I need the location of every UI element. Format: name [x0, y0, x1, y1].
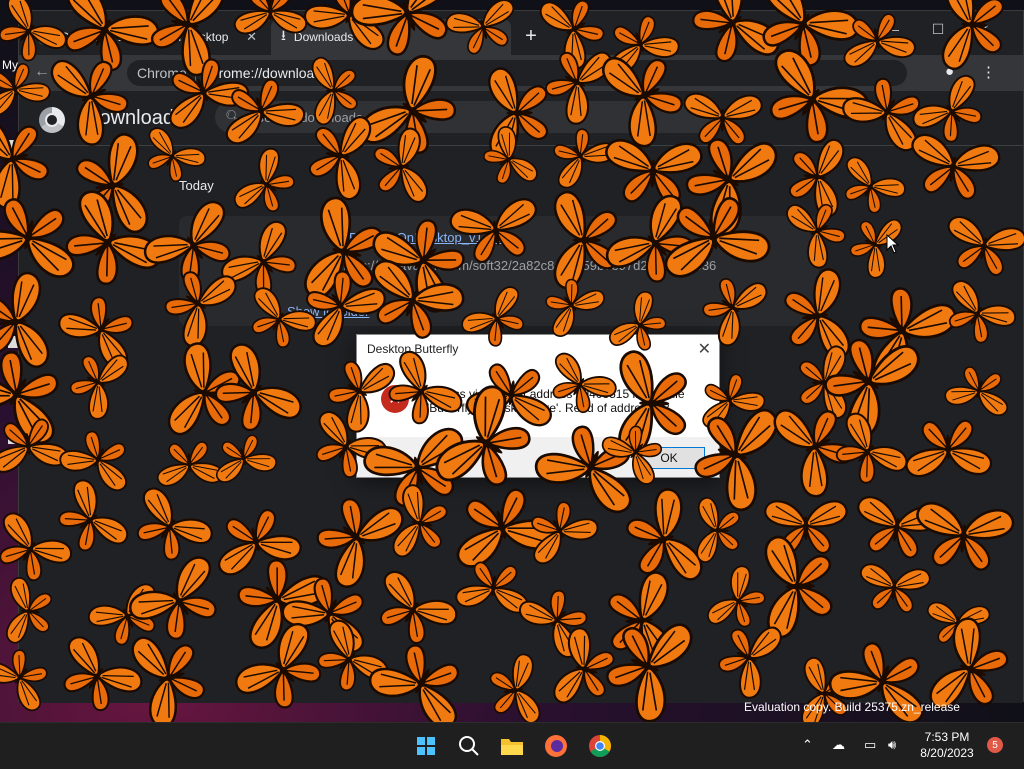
menu-icon[interactable]: ⋮: [981, 63, 996, 81]
tab-title: Downloads: [293, 30, 354, 44]
close-window-button[interactable]: ✕: [969, 21, 999, 38]
chevron-up-icon[interactable]: ⌃: [802, 737, 813, 753]
desktop-icon[interactable]: [8, 236, 18, 248]
chrome-logo-icon: [39, 107, 65, 133]
tab-title: Download Butterfly On Desktop: [61, 30, 229, 44]
site-favicon-icon: [37, 29, 53, 45]
url-text: chrome://downloads: [203, 65, 330, 81]
file-explorer-icon[interactable]: [498, 732, 526, 760]
dialog-footer: OK: [357, 437, 719, 477]
tab-close-icon[interactable]: ✕: [490, 29, 501, 45]
search-placeholder: Search downloads: [255, 109, 363, 125]
notification-badge[interactable]: 5: [987, 737, 1003, 753]
search-icon[interactable]: [455, 732, 483, 760]
tab-strip: Download Butterfly On Desktop ✕ ⭳ Downlo…: [19, 11, 1023, 55]
maximize-button[interactable]: ☐: [923, 21, 953, 38]
reload-icon[interactable]: ↻: [91, 63, 113, 83]
start-icon[interactable]: [412, 732, 440, 760]
mouse-cursor-icon: [886, 233, 900, 259]
volume-icon[interactable]: 🔊︎: [888, 737, 896, 753]
ok-button[interactable]: OK: [633, 447, 705, 469]
system-clock[interactable]: 7:53 PM 8/20/2023: [912, 729, 982, 761]
network-icon[interactable]: ▭: [864, 737, 876, 753]
downloads-header: Downloads 🔍︎ Search downloads: [19, 91, 1023, 146]
profile-icon[interactable]: ●: [945, 63, 954, 80]
error-dialog: Desktop Butterfly ✕ ✕ Access violation a…: [356, 334, 720, 478]
chrome-icon[interactable]: [586, 732, 614, 760]
download-item: ButterflyOnDesktop_v1.0.exe https://d1.l…: [179, 216, 819, 326]
desktop-icon[interactable]: [8, 336, 18, 348]
evaluation-watermark: Evaluation copy. Build 25375.zn_release: [744, 700, 960, 714]
address-bar[interactable]: Chrome chrome://downloads: [127, 60, 907, 86]
clock-time: 7:53 PM: [924, 730, 970, 744]
dialog-close-icon[interactable]: ✕: [698, 339, 711, 359]
onedrive-icon[interactable]: ☁: [832, 737, 845, 753]
download-icon: ⭳: [281, 27, 286, 43]
minimize-button[interactable]: —: [877, 21, 907, 37]
forward-arrow-icon[interactable]: →: [61, 63, 83, 81]
source-url[interactable]: https://d1.lavasoft.com/soft32/2a82c8ce3…: [339, 258, 716, 273]
clock-date: 8/20/2023: [920, 746, 974, 760]
page-title: Downloads: [85, 107, 184, 129]
omnibox-divider: [194, 65, 196, 81]
new-tab-button[interactable]: +: [519, 25, 543, 48]
dialog-title: Desktop Butterfly: [357, 335, 719, 363]
chrome-chip-label: Chrome: [137, 65, 187, 81]
back-arrow-icon[interactable]: ←: [31, 63, 53, 81]
error-icon: ✕: [381, 385, 409, 413]
date-group-label: Today: [179, 178, 214, 193]
desktop-icon[interactable]: [8, 140, 18, 152]
tab-close-icon[interactable]: ✕: [246, 29, 257, 45]
tab-butterfly-download[interactable]: Download Butterfly On Desktop ✕: [27, 19, 267, 55]
file-name-link[interactable]: ButterflyOnDesktop_v1.0.exe: [349, 230, 518, 245]
desktop-icon[interactable]: [8, 432, 18, 444]
search-downloads-input[interactable]: 🔍︎ Search downloads: [215, 101, 715, 133]
firefox-icon[interactable]: [542, 732, 570, 760]
taskbar: ⌃ ☁ ▭ 🔊︎ 7:53 PM 8/20/2023 5: [0, 722, 1024, 769]
search-icon: 🔍︎: [225, 109, 242, 124]
show-in-folder-link[interactable]: Show in folder: [287, 304, 369, 319]
error-message: Access violation at address 00403515 in …: [427, 387, 685, 415]
tab-downloads[interactable]: ⭳ Downloads ✕: [271, 19, 511, 55]
desktop-icon-label[interactable]: My: [2, 58, 18, 72]
browser-toolbar: ← → ↻ Chrome chrome://downloads ● ⋮: [19, 55, 1023, 91]
